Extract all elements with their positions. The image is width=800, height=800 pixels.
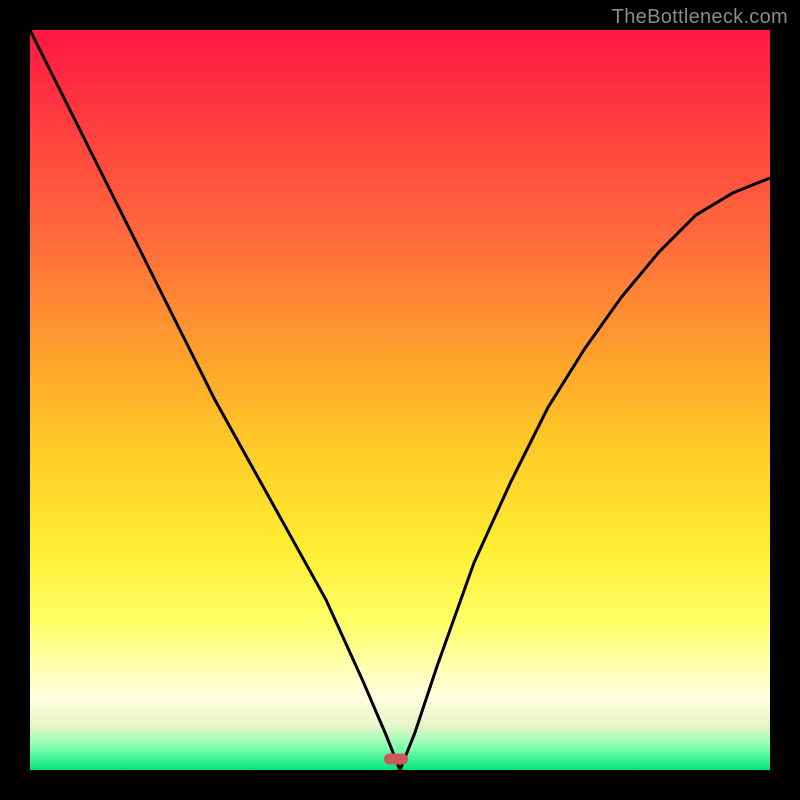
chart-frame: TheBottleneck.com (0, 0, 800, 800)
bottleneck-curve-path (30, 30, 770, 770)
optimal-point-marker (384, 753, 408, 764)
watermark-text: TheBottleneck.com (612, 6, 788, 29)
plot-area (30, 30, 770, 770)
curve-svg (30, 30, 770, 770)
